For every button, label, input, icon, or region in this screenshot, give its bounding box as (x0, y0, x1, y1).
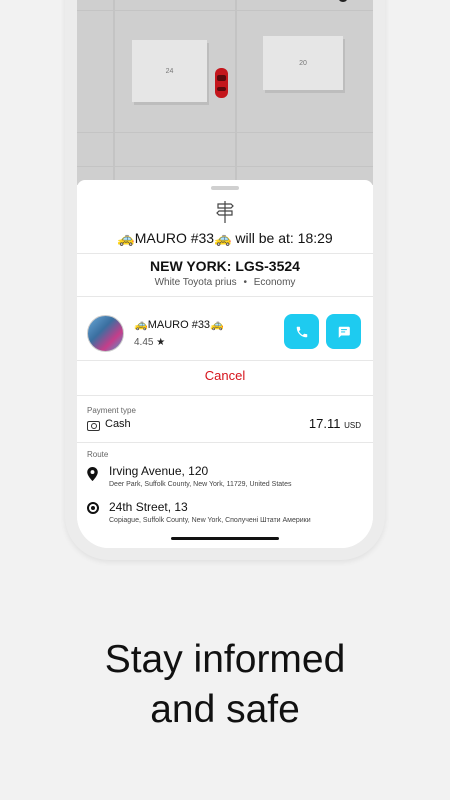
fare-amount: 17.11 USD (309, 416, 361, 431)
car-info: White Toyota prius • Economy (77, 277, 373, 288)
map-marker-icon (339, 0, 347, 2)
car-icon (215, 68, 228, 98)
route-label: Route (87, 450, 109, 459)
map-road (235, 0, 237, 185)
license-plate: NEW YORK: LGS-3524 (150, 258, 300, 274)
pickup-address-detail: Deer Park, Suffolk County, New York, 117… (109, 481, 292, 488)
drag-handle[interactable] (211, 186, 239, 190)
cash-icon (87, 421, 100, 431)
destination-dot-icon (87, 502, 99, 514)
star-icon: ★ (156, 337, 166, 348)
map-road (77, 132, 373, 133)
phone-frame: 24 20 🚕MAURO #33🚕 will be at: 18:29 NEW … (65, 0, 385, 560)
fare-currency: USD (344, 421, 361, 430)
driver-name: 🚕MAURO #33🚕 (134, 319, 224, 331)
message-driver-button[interactable] (326, 314, 361, 349)
rating-value: 4.45 (134, 337, 154, 348)
destination-address-detail: Copiague, Suffolk County, New York, Спол… (109, 517, 311, 524)
map-road (77, 166, 373, 167)
promo-headline: Stay informed and safe (0, 635, 450, 735)
map-view[interactable]: 24 20 (77, 0, 373, 185)
payment-method: Cash (105, 418, 131, 430)
car-model: White Toyota prius (154, 277, 237, 288)
building-number: 24 (165, 67, 174, 75)
divider (77, 296, 373, 297)
divider (77, 442, 373, 443)
phone-icon (296, 326, 307, 337)
driver-rating: 4.45 ★ (134, 337, 165, 348)
map-road (113, 0, 115, 185)
payment-type-label: Payment type (87, 406, 136, 415)
building-number: 20 (299, 59, 307, 67)
home-indicator[interactable] (171, 537, 279, 540)
driver-avatar[interactable] (87, 315, 124, 352)
eta-text: 🚕MAURO #33🚕 will be at: 18:29 (117, 230, 333, 246)
map-building: 20 (263, 36, 343, 90)
divider (77, 253, 373, 254)
map-building: 24 (132, 40, 207, 102)
chat-icon (338, 326, 350, 338)
map-road (77, 10, 373, 11)
destination-address: 24th Street, 13 (109, 500, 188, 514)
fare-value: 17.11 (308, 416, 341, 431)
separator: • (243, 277, 247, 288)
headline-line-2: and safe (150, 688, 300, 731)
cancel-ride-button[interactable]: Cancel (77, 364, 373, 388)
divider (77, 395, 373, 396)
car-class: Economy (253, 277, 296, 288)
signpost-icon (216, 201, 234, 223)
location-pin-icon (87, 467, 98, 481)
call-driver-button[interactable] (284, 314, 319, 349)
headline-line-1: Stay informed (104, 638, 346, 681)
ride-details-sheet: 🚕MAURO #33🚕 will be at: 18:29 NEW YORK: … (77, 180, 373, 548)
pickup-address: Irving Avenue, 120 (109, 464, 209, 478)
divider (77, 360, 373, 361)
